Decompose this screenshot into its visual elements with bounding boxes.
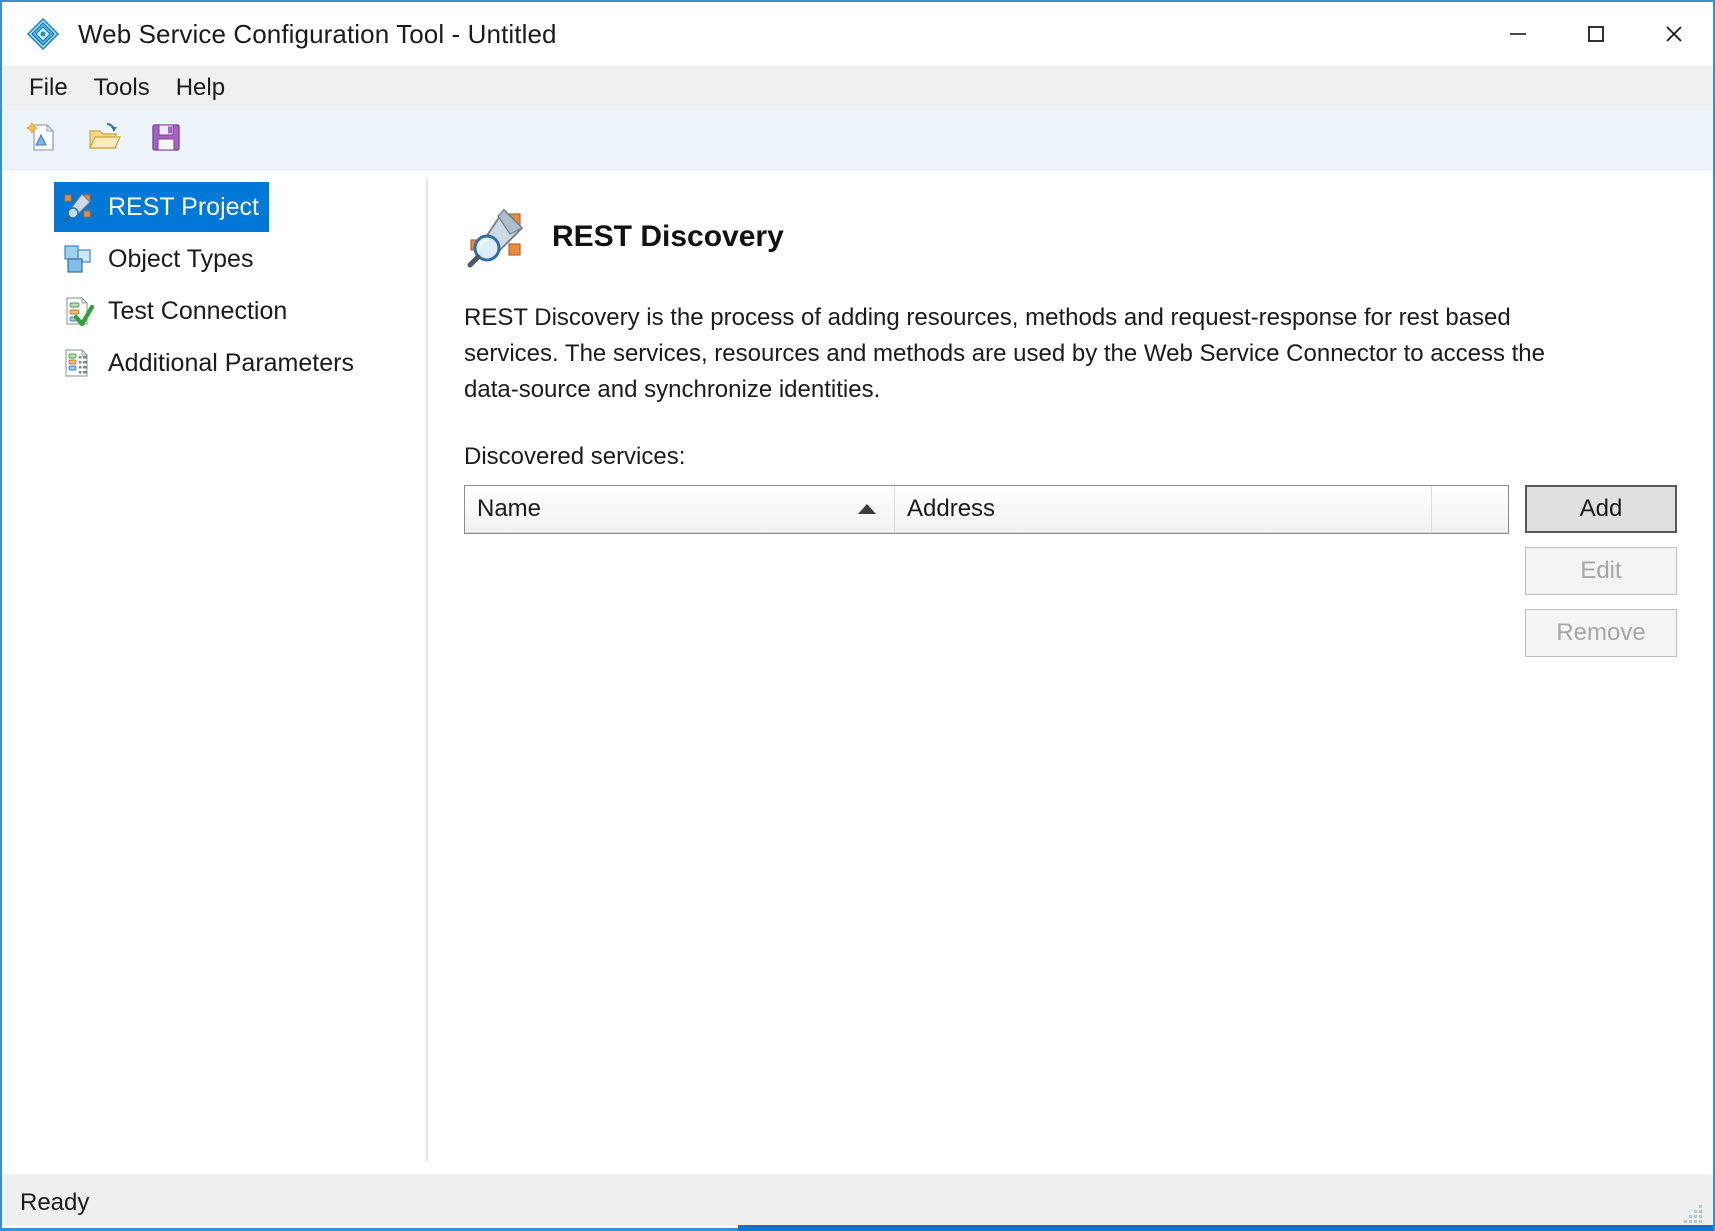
column-header-name-label: Name — [477, 495, 542, 523]
sidebar-item-label: REST Project — [108, 192, 259, 221]
content-pane: REST Discovery REST Discovery is the pro… — [428, 170, 1713, 1173]
sidebar-item-additional-parameters[interactable]: Additional Parameters — [54, 338, 364, 388]
window-bottom-edge — [2, 1225, 1713, 1231]
discovered-services-label: Discovered services: — [464, 443, 686, 471]
rest-discovery-icon — [464, 204, 530, 270]
new-project-icon — [25, 120, 59, 159]
column-header-address[interactable]: Address — [895, 486, 1432, 533]
menu-bar: File Tools Help — [2, 66, 1713, 110]
column-header-spare[interactable] — [1432, 486, 1508, 532]
sort-ascending-icon — [858, 504, 876, 515]
minimize-button[interactable] — [1479, 2, 1557, 66]
page-description: REST Discovery is the process of adding … — [464, 304, 1545, 403]
discovered-services-table[interactable]: Name Address — [464, 485, 1509, 535]
save-project-icon — [149, 120, 183, 159]
title-bar-left: Web Service Configuration Tool - Untitle… — [26, 17, 557, 51]
additional-parameters-icon — [62, 347, 94, 379]
close-button[interactable] — [1635, 2, 1713, 66]
column-header-name[interactable]: Name — [465, 486, 895, 533]
maximize-button[interactable] — [1557, 2, 1635, 66]
sidebar-item-object-types[interactable]: Object Types — [54, 234, 263, 284]
column-header-address-label: Address — [907, 495, 996, 523]
remove-button: Remove — [1525, 609, 1677, 658]
title-bar: Web Service Configuration Tool - Untitle… — [2, 2, 1713, 66]
resize-grip-icon[interactable] — [1677, 1197, 1705, 1225]
menu-help[interactable]: Help — [163, 70, 238, 106]
rest-project-icon — [62, 191, 94, 223]
sidebar-item-label: Test Connection — [108, 296, 288, 325]
window-title: Web Service Configuration Tool - Untitle… — [78, 18, 557, 49]
sidebar-item-rest-project[interactable]: REST Project — [54, 182, 269, 232]
sidebar: REST Project Object Types Test Connectio… — [2, 170, 426, 1173]
page-title: REST Discovery — [552, 220, 784, 253]
window-controls — [1479, 2, 1713, 66]
application-window: Web Service Configuration Tool - Untitle… — [0, 0, 1715, 1231]
toolbar — [2, 110, 1713, 170]
sidebar-item-label: Object Types — [108, 244, 254, 273]
status-text: Ready — [20, 1188, 90, 1216]
diamond-app-icon — [26, 17, 60, 51]
sidebar-item-test-connection[interactable]: Test Connection — [54, 286, 297, 336]
page-header: REST Discovery — [464, 204, 1677, 270]
open-project-icon — [87, 120, 121, 159]
body-split: REST Project Object Types Test Connectio… — [2, 170, 1713, 1173]
table-action-buttons: Add Edit Remove — [1525, 485, 1677, 658]
status-bar: Ready — [2, 1173, 1713, 1231]
edit-button: Edit — [1525, 547, 1677, 596]
discovered-services-row: Name Address Add Edit Remove — [464, 485, 1677, 1173]
sidebar-item-label: Additional Parameters — [108, 348, 354, 377]
menu-file[interactable]: File — [16, 70, 81, 106]
window-bottom-edge-left — [2, 1225, 738, 1231]
open-project-button[interactable] — [82, 118, 126, 162]
test-connection-icon — [62, 295, 95, 327]
object-types-icon — [62, 243, 94, 275]
save-project-button[interactable] — [144, 118, 188, 162]
add-button[interactable]: Add — [1525, 485, 1677, 534]
table-header-row: Name Address — [465, 486, 1508, 534]
new-project-button[interactable] — [20, 118, 64, 162]
menu-tools[interactable]: Tools — [81, 70, 163, 106]
